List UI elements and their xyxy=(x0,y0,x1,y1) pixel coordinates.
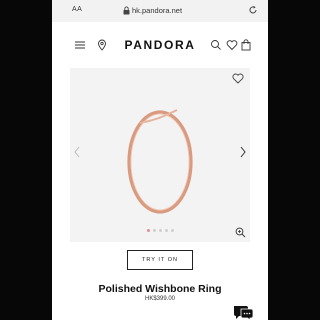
location-icon[interactable] xyxy=(96,39,108,51)
carousel-dot[interactable] xyxy=(146,229,150,232)
carousel-pagination xyxy=(70,229,250,235)
lock-icon xyxy=(123,6,130,15)
pandora-logo[interactable]: PANDORA xyxy=(122,38,198,52)
chevron-right-icon[interactable] xyxy=(239,146,247,158)
product-title: Polished Wishbone Ring xyxy=(98,283,222,295)
right-border xyxy=(268,0,320,320)
text-size-button[interactable]: AA xyxy=(72,6,82,13)
mobile-screen: AA hk.pandora.net PANDORA TRY IT ON Poli… xyxy=(52,0,268,320)
carousel-dot[interactable] xyxy=(170,229,174,232)
bag-icon[interactable] xyxy=(240,39,252,51)
carousel-dot[interactable] xyxy=(152,229,156,232)
search-icon[interactable] xyxy=(210,39,222,51)
phone-frame: AA hk.pandora.net PANDORA TRY IT ON Poli… xyxy=(0,0,320,320)
chat-icon[interactable] xyxy=(232,303,254,320)
zoom-icon[interactable] xyxy=(235,227,246,238)
left-border xyxy=(0,0,52,320)
carousel-dot[interactable] xyxy=(158,229,162,232)
url-text[interactable]: hk.pandora.net xyxy=(132,6,182,15)
chevron-left-icon[interactable] xyxy=(73,146,81,158)
product-image-carousel[interactable] xyxy=(70,68,250,242)
heart-icon[interactable] xyxy=(226,39,238,51)
wishbone-ring-image xyxy=(127,109,193,214)
try-it-on-button[interactable]: TRY IT ON xyxy=(127,250,193,270)
browser-address-bar[interactable]: AA hk.pandora.net xyxy=(52,0,268,23)
menu-icon[interactable] xyxy=(74,39,86,51)
reload-icon[interactable] xyxy=(248,5,258,15)
carousel-dot[interactable] xyxy=(164,229,168,232)
wishlist-heart-icon[interactable] xyxy=(232,73,244,84)
site-header: PANDORA xyxy=(52,22,268,66)
product-price: HK$399.00 xyxy=(144,296,176,302)
